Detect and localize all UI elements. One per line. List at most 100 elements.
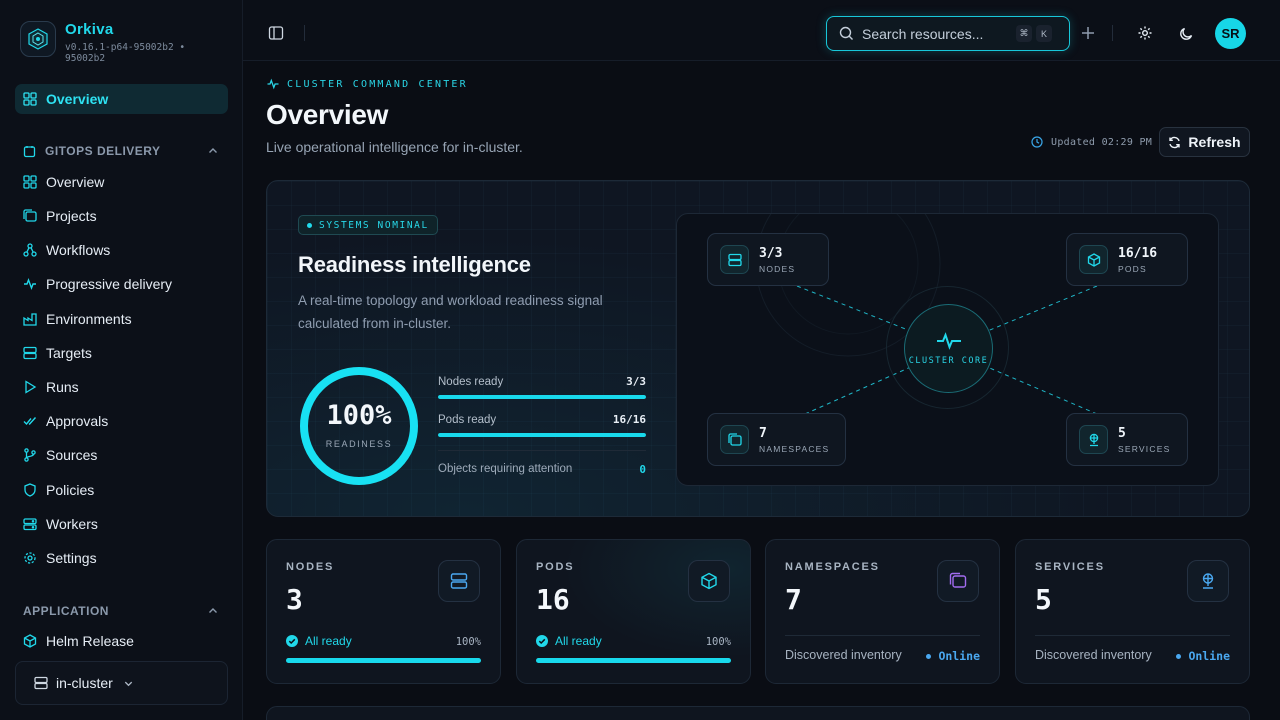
- progress-fill: [438, 433, 646, 437]
- sidebar-item-label: Projects: [46, 208, 97, 224]
- stat-card-pods[interactable]: PODS 16 All ready 100%: [516, 539, 751, 684]
- sidebar-item-label: Runs: [46, 379, 79, 395]
- sidebar-item-label: Workflows: [46, 242, 111, 258]
- refresh-icon: [1169, 136, 1181, 148]
- sidebar-item-overview-main[interactable]: Overview: [15, 84, 228, 114]
- stat-card-services[interactable]: SERVICES 5 Discovered inventory Online: [1015, 539, 1250, 684]
- orkiva-logo-icon: [20, 21, 56, 57]
- online-dot: [1176, 653, 1182, 659]
- chevron-up-icon[interactable]: [207, 145, 219, 157]
- readiness-value: 100%: [326, 400, 392, 431]
- play-icon: [23, 380, 37, 394]
- sidebar-item-workflows[interactable]: Workflows: [15, 235, 228, 265]
- panel-description: A real-time topology and workload readin…: [298, 293, 603, 331]
- online-text: Online: [1188, 649, 1230, 663]
- sidebar-item-runs[interactable]: Runs: [15, 372, 228, 402]
- topology-value: 3/3: [759, 245, 783, 261]
- sidebar-item-environments[interactable]: Environments: [15, 304, 228, 334]
- sidebar-toggle-icon[interactable]: [268, 25, 284, 41]
- progress-bar: [536, 658, 731, 663]
- stat-card-nodes[interactable]: NODES 3 All ready 100%: [266, 539, 501, 684]
- theme-toggle-button[interactable]: [1177, 24, 1195, 42]
- topology-label: SERVICES: [1118, 443, 1171, 454]
- folders-icon: [937, 560, 979, 602]
- meter-label: Pods ready: [438, 414, 497, 426]
- cluster-core: CLUSTER CORE: [904, 304, 993, 393]
- search-input[interactable]: [862, 25, 1012, 42]
- folders-icon: [23, 209, 37, 223]
- sidebar-item-label: Overview: [46, 174, 105, 190]
- section-title: GITOPS DELIVERY: [45, 144, 161, 158]
- network-icon: [1079, 425, 1108, 454]
- stat-value: 16: [536, 583, 570, 616]
- sidebar-item-approvals[interactable]: Approvals: [15, 406, 228, 436]
- stat-status: All ready: [286, 634, 352, 648]
- topology-value: 5: [1118, 425, 1126, 441]
- stat-percent: 100%: [455, 636, 481, 648]
- shield-icon: [23, 483, 37, 497]
- sidebar-item-workers[interactable]: Workers: [15, 509, 228, 539]
- status-badge: SYSTEMS NOMINAL: [298, 215, 438, 235]
- refresh-button[interactable]: Refresh: [1159, 127, 1250, 157]
- sidebar-item-label: Environments: [46, 311, 132, 327]
- brand[interactable]: Orkiva v0.16.1-p64-95002b2 • 95002b2: [20, 21, 205, 64]
- topology-node-services[interactable]: 5 SERVICES: [1066, 413, 1188, 466]
- chevron-up-icon[interactable]: [207, 605, 219, 617]
- divider: [1035, 635, 1230, 636]
- shortcut-key-cmd: ⌘: [1016, 25, 1032, 42]
- progress-bar: [438, 433, 646, 437]
- eyebrow-text: CLUSTER COMMAND CENTER: [287, 78, 468, 90]
- sidebar-item-settings[interactable]: Settings: [15, 543, 228, 573]
- avatar[interactable]: SR: [1215, 18, 1246, 49]
- page-title: Overview: [266, 99, 389, 130]
- folders-icon: [720, 425, 749, 454]
- stat-status-text: All ready: [555, 634, 602, 648]
- git-branch-icon: [23, 448, 37, 462]
- cube-icon: [688, 560, 730, 602]
- status-badge-text: SYSTEMS NOMINAL: [319, 219, 429, 231]
- add-button[interactable]: [1079, 24, 1097, 42]
- section-gitops-delivery[interactable]: GITOPS DELIVERY: [23, 142, 223, 160]
- sidebar-item-overview[interactable]: Overview: [15, 167, 228, 197]
- stat-percent: 100%: [705, 636, 731, 648]
- refresh-label: Refresh: [1188, 134, 1241, 150]
- sidebar-item-targets[interactable]: Targets: [15, 338, 228, 368]
- topology-node-nodes[interactable]: 3/3 NODES: [707, 233, 829, 286]
- sidebar-item-sources[interactable]: Sources: [15, 440, 228, 470]
- section-application[interactable]: APPLICATION: [23, 602, 223, 620]
- divider: [304, 25, 305, 41]
- sidebar-item-progressive-delivery[interactable]: Progressive delivery: [15, 269, 228, 299]
- server-icon: [720, 245, 749, 274]
- gear-icon: [1138, 26, 1152, 40]
- search-box[interactable]: ⌘ K: [826, 16, 1070, 51]
- stat-value: 7: [785, 583, 802, 616]
- topology-value: 7: [759, 425, 767, 441]
- cluster-selector[interactable]: in-cluster: [15, 661, 228, 705]
- stat-status-text: All ready: [305, 634, 352, 648]
- topology-node-namespaces[interactable]: 7 NAMESPACES: [707, 413, 846, 466]
- sidebar-item-policies[interactable]: Policies: [15, 475, 228, 505]
- stat-value: 3: [286, 583, 303, 616]
- sidebar-item-label: Progressive delivery: [46, 276, 173, 292]
- stat-note: Discovered inventory: [1035, 648, 1152, 662]
- pulse-icon: [23, 277, 37, 291]
- stat-card-namespaces[interactable]: NAMESPACES 7 Discovered inventory Online: [765, 539, 1000, 684]
- gear-icon: [23, 551, 37, 565]
- workflow-icon: [23, 243, 37, 257]
- meter-pods-ready: Pods ready 16/16: [438, 413, 646, 437]
- server-icon: [438, 560, 480, 602]
- online-text: Online: [938, 649, 980, 663]
- sidebar-item-projects[interactable]: Projects: [15, 201, 228, 231]
- sidebar-item-helm-release[interactable]: Helm Release: [15, 626, 228, 656]
- check-circle-icon: [286, 635, 298, 647]
- stat-value: 5: [1035, 583, 1052, 616]
- divider: [785, 635, 980, 636]
- progress-fill: [438, 395, 646, 399]
- factory-icon: [23, 312, 37, 326]
- attention-row: Objects requiring attention 0: [438, 450, 646, 476]
- brand-version: v0.16.1-p64-95002b2 • 95002b2: [65, 42, 186, 64]
- progress-bar: [438, 395, 646, 399]
- settings-button[interactable]: [1136, 24, 1154, 42]
- topology-node-pods[interactable]: 16/16 PODS: [1066, 233, 1188, 286]
- check-circle-icon: [536, 635, 548, 647]
